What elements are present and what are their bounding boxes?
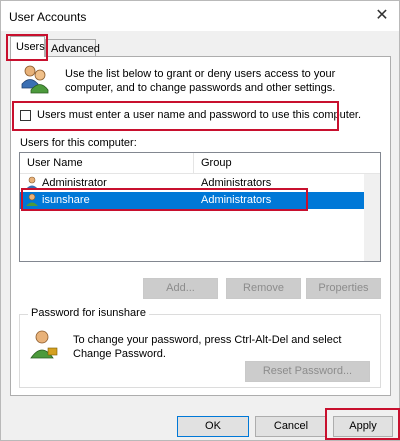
require-password-label: Users must enter a user name and passwor…	[37, 109, 362, 121]
properties-button[interactable]: Properties	[306, 278, 381, 299]
row-user-name: isunshare	[42, 194, 90, 206]
cancel-button[interactable]: Cancel	[255, 416, 327, 437]
row-group: Administrators	[201, 177, 272, 189]
column-header-user-name[interactable]: User Name	[27, 157, 83, 169]
column-header-group[interactable]: Group	[201, 157, 232, 169]
tab-users[interactable]: Users	[10, 36, 45, 57]
users-list[interactable]: User Name Group Administrator Administra…	[19, 152, 381, 262]
table-row-administrator[interactable]: Administrator Administrators	[20, 175, 364, 192]
add-user-button[interactable]: Add...	[143, 278, 218, 299]
password-user-icon	[30, 330, 58, 359]
tab-advanced[interactable]: Advanced	[45, 39, 100, 57]
column-divider[interactable]	[193, 153, 194, 173]
password-instructions: To change your password, press Ctrl-Alt-…	[73, 334, 342, 360]
row-user-name: Administrator	[42, 177, 107, 189]
close-icon[interactable]: ✕	[371, 5, 393, 27]
require-password-checkbox[interactable]	[20, 110, 31, 121]
window-title: User Accounts	[9, 10, 87, 24]
users-list-label: Users for this computer:	[20, 137, 137, 149]
ok-button[interactable]: OK	[177, 416, 249, 437]
remove-user-button[interactable]: Remove	[226, 278, 301, 299]
intro-text: Use the list below to grant or deny user…	[65, 68, 336, 94]
user-icon	[26, 176, 38, 189]
reset-password-button[interactable]: Reset Password...	[245, 361, 370, 382]
users-list-scrollbar[interactable]	[364, 174, 380, 261]
users-icon	[21, 65, 49, 94]
user-accounts-dialog: User Accounts ✕ Advanced Users Use the l…	[0, 0, 400, 441]
apply-button[interactable]: Apply	[333, 416, 393, 437]
user-icon	[26, 193, 38, 206]
row-group: Administrators	[201, 194, 272, 206]
title-bar: User Accounts ✕	[1, 1, 399, 31]
table-row-isunshare[interactable]: isunshare Administrators	[20, 192, 364, 209]
users-list-header: User Name Group	[20, 153, 380, 174]
password-group-title: Password for isunshare	[28, 307, 149, 319]
